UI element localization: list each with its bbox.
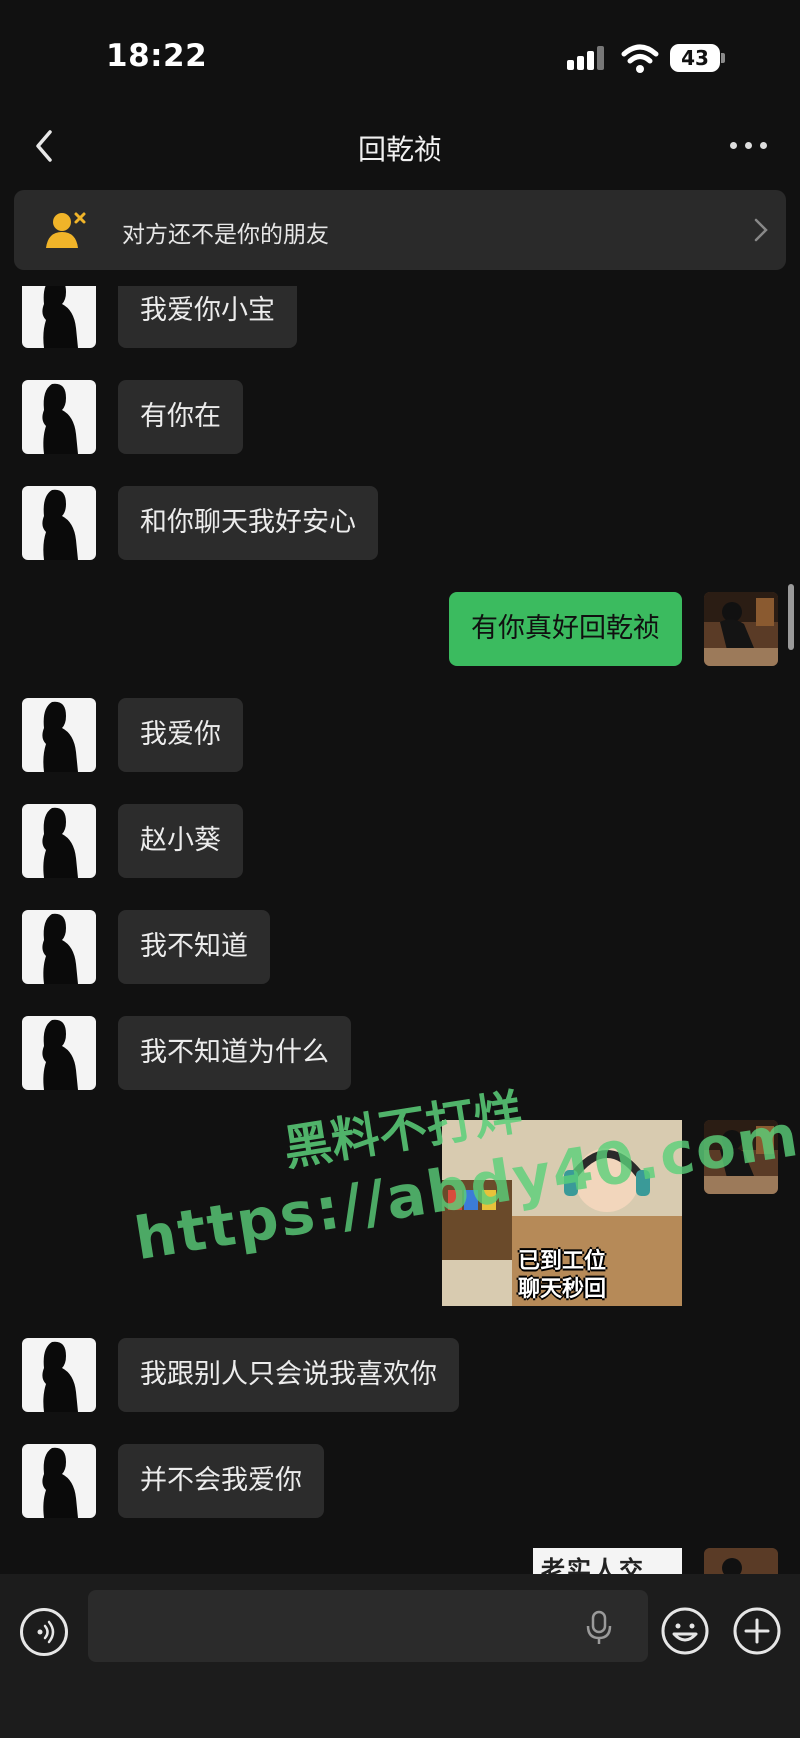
status-bar: 18:22 43 (0, 0, 800, 110)
add-attachment-icon[interactable] (732, 1606, 782, 1656)
battery-icon: 43 (670, 44, 726, 72)
message-bubble[interactable]: 我不知道 (118, 910, 270, 984)
self-avatar[interactable] (704, 1120, 778, 1194)
message-list[interactable]: 我爱你小宝 有你在 和你聊天我好安心 有你真好回乾祯 我爱你 赵小葵 我不知道 … (0, 286, 800, 1574)
back-icon[interactable] (28, 126, 64, 166)
sticker-caption: 已到工位 聊天秒回 (517, 1249, 606, 1302)
contact-avatar[interactable] (22, 804, 96, 878)
voice-toggle-button[interactable] (20, 1608, 68, 1656)
message-bubble[interactable]: 我爱你 (118, 698, 243, 772)
user-blocked-icon (46, 212, 86, 248)
message-bubble[interactable]: 赵小葵 (118, 804, 243, 878)
contact-avatar[interactable] (22, 1338, 96, 1412)
chat-header: 回乾祯 (0, 110, 800, 186)
voice-icon (37, 1620, 55, 1644)
emoji-icon[interactable] (660, 1606, 710, 1656)
chevron-right-icon (754, 218, 768, 242)
contact-avatar[interactable] (22, 486, 96, 560)
contact-avatar[interactable] (22, 1444, 96, 1518)
status-time: 18:22 (106, 38, 208, 74)
sticker-message[interactable]: 已到工位 聊天秒回 (442, 1120, 682, 1306)
microphone-icon[interactable] (584, 1610, 614, 1646)
more-options-icon[interactable] (728, 134, 770, 158)
scrollbar[interactable] (788, 584, 794, 650)
contact-avatar[interactable] (22, 1016, 96, 1090)
banner-text: 对方还不是你的朋友 (122, 222, 329, 248)
message-bubble[interactable]: 并不会我爱你 (118, 1444, 324, 1518)
sticker-message[interactable]: 老实人交 (533, 1548, 682, 1574)
message-bubble[interactable]: 我不知道为什么 (118, 1016, 351, 1090)
sticker-caption: 老实人交 (541, 1556, 645, 1574)
contact-avatar[interactable] (22, 698, 96, 772)
message-bubble-sent[interactable]: 有你真好回乾祯 (449, 592, 682, 666)
input-bar (0, 1574, 800, 1738)
message-bubble[interactable]: 有你在 (118, 380, 243, 454)
self-avatar[interactable] (704, 592, 778, 666)
message-bubble[interactable]: 我爱你小宝 (118, 286, 297, 348)
not-friend-banner[interactable]: 对方还不是你的朋友 (14, 190, 786, 270)
wifi-icon (621, 44, 659, 73)
cellular-signal-icon (567, 46, 607, 70)
contact-avatar[interactable] (22, 910, 96, 984)
battery-level: 43 (681, 46, 709, 70)
message-bubble[interactable]: 和你聊天我好安心 (118, 486, 378, 560)
contact-avatar[interactable] (22, 380, 96, 454)
message-input[interactable] (88, 1590, 648, 1662)
chat-title: 回乾祯 (357, 133, 442, 166)
contact-avatar[interactable] (22, 286, 96, 348)
self-avatar[interactable] (704, 1548, 778, 1574)
message-bubble[interactable]: 我跟别人只会说我喜欢你 (118, 1338, 459, 1412)
